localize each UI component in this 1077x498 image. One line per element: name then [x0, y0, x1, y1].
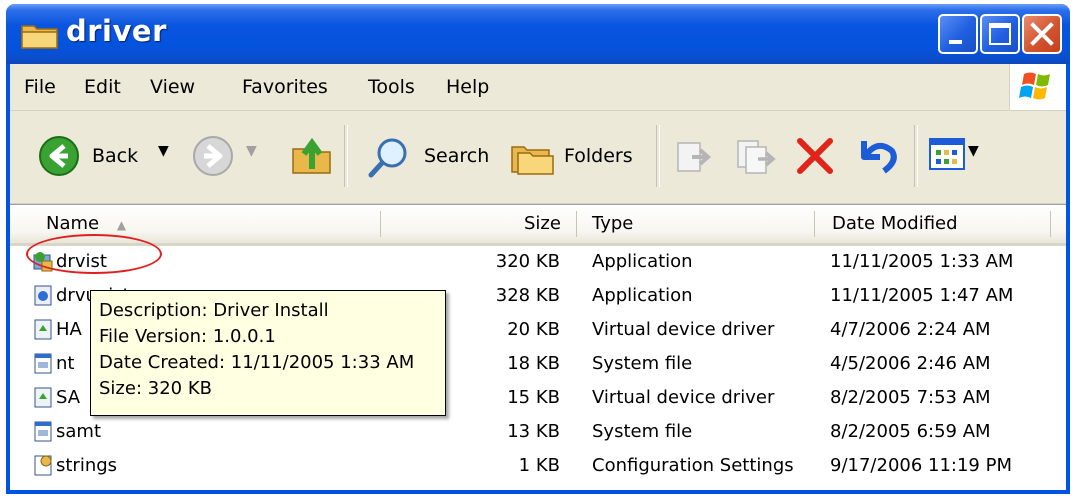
move-to-icon[interactable] — [674, 135, 716, 177]
sys-file-icon — [34, 421, 52, 442]
menu-edit[interactable]: Edit — [84, 76, 121, 98]
forward-arrow-icon — [193, 136, 233, 176]
column-header: Name ▲ Size Type Date Modified — [10, 205, 1066, 246]
menu-tools[interactable]: Tools — [368, 76, 415, 98]
back-button[interactable]: Back ▼ — [30, 133, 178, 179]
file-date: 11/11/2005 1:33 AM — [830, 251, 1014, 272]
file-type: System file — [592, 353, 693, 374]
file-date: 11/11/2005 1:47 AM — [830, 285, 1014, 306]
ini-file-icon — [34, 455, 52, 476]
minimize-button[interactable] — [938, 14, 978, 54]
uninstall-exe-icon — [34, 285, 52, 306]
undo-icon[interactable] — [854, 133, 900, 177]
menu-bar: File Edit View Favorites Tools Help — [10, 64, 1066, 111]
folders-icon — [511, 146, 554, 175]
tooltip-date-created: Date Created: 11/11/2005 1:33 AM — [99, 352, 415, 373]
file-size: 328 KB — [495, 285, 560, 306]
column-divider[interactable] — [814, 211, 815, 237]
search-icon — [368, 138, 407, 178]
folders-button[interactable]: Folders — [504, 133, 644, 179]
sys-file-icon — [34, 353, 52, 374]
back-arrow-icon — [39, 136, 79, 176]
file-type: Application — [592, 285, 693, 306]
maximize-icon — [989, 23, 1011, 45]
highlight-circle — [26, 234, 162, 274]
title-bar[interactable]: driver — [6, 4, 1070, 64]
file-name: HA — [56, 319, 82, 340]
up-folder-icon[interactable] — [290, 135, 334, 177]
file-name: SA — [56, 387, 81, 408]
tooltip-file-version: File Version: 1.0.0.1 — [99, 326, 276, 347]
search-button[interactable]: Search — [356, 133, 496, 179]
file-type: Application — [592, 251, 693, 272]
file-size: 1 KB — [518, 455, 560, 476]
column-date[interactable]: Date Modified — [832, 205, 958, 243]
file-type: System file — [592, 421, 693, 442]
file-type: Configuration Settings — [592, 455, 794, 476]
file-name: nt — [56, 353, 75, 374]
file-date: 8/2/2005 7:53 AM — [830, 387, 991, 408]
file-name: samt — [56, 421, 101, 442]
back-label: Back — [92, 145, 139, 167]
column-divider[interactable] — [380, 211, 381, 237]
file-date: 8/2/2005 6:59 AM — [830, 421, 991, 442]
file-date: 4/5/2006 2:46 AM — [830, 353, 991, 374]
windows-logo-icon — [1009, 64, 1066, 110]
file-size: 20 KB — [507, 319, 560, 340]
window-client-area: File Edit View Favorites Tools Help Back… — [10, 64, 1066, 490]
file-type: Virtual device driver — [592, 387, 775, 408]
column-size[interactable]: Size — [524, 205, 561, 243]
views-dropdown-icon[interactable]: ▼ — [968, 143, 979, 159]
search-label: Search — [424, 145, 490, 167]
list-item[interactable]: drvist 320 KB Application 11/11/2005 1:3… — [10, 245, 1066, 279]
copy-to-icon[interactable] — [734, 135, 778, 177]
views-icon — [929, 138, 965, 170]
toolbar-separator — [344, 125, 348, 187]
file-date: 9/17/2006 11:19 PM — [830, 455, 1012, 476]
vxd-icon — [34, 387, 52, 408]
explorer-window: driver File Edit View Favorites Tools He… — [6, 4, 1070, 494]
forward-button[interactable]: ▼ — [186, 133, 276, 179]
sort-ascending-icon: ▲ — [116, 218, 127, 232]
file-name: strings — [56, 455, 118, 476]
window-title: driver — [66, 14, 167, 48]
toolbar-separator — [656, 125, 660, 187]
file-size: 18 KB — [507, 353, 560, 374]
toolbar-separator — [914, 125, 918, 187]
minimize-icon — [949, 40, 962, 44]
folder-icon — [21, 25, 58, 49]
column-type[interactable]: Type — [592, 205, 633, 243]
column-name-label: Name — [46, 213, 100, 234]
back-dropdown-icon[interactable]: ▼ — [158, 143, 169, 159]
menu-view[interactable]: View — [150, 76, 195, 98]
list-item[interactable]: samt 13 KB System file 8/2/2005 6:59 AM — [10, 415, 1066, 449]
close-icon — [1030, 22, 1054, 46]
file-date: 4/7/2006 2:24 AM — [830, 319, 991, 340]
file-size: 13 KB — [507, 421, 560, 442]
maximize-button[interactable] — [980, 14, 1020, 54]
close-button[interactable] — [1022, 14, 1062, 54]
column-divider[interactable] — [1050, 211, 1051, 237]
folders-label: Folders — [564, 145, 633, 167]
standard-toolbar: Back ▼ ▼ Search Folders ▼ — [10, 111, 1066, 204]
forward-dropdown-icon[interactable]: ▼ — [246, 143, 257, 159]
tooltip-size: Size: 320 KB — [99, 378, 212, 399]
views-button[interactable]: ▼ — [926, 135, 986, 177]
menu-help[interactable]: Help — [446, 76, 489, 98]
column-divider[interactable] — [576, 211, 577, 237]
delete-icon[interactable] — [794, 135, 836, 177]
vxd-icon — [34, 319, 52, 340]
list-item[interactable]: strings 1 KB Configuration Settings 9/17… — [10, 449, 1066, 483]
menu-file[interactable]: File — [24, 76, 56, 98]
tooltip-description: Description: Driver Install — [99, 300, 329, 321]
file-type: Virtual device driver — [592, 319, 775, 340]
file-size: 320 KB — [495, 251, 560, 272]
file-size: 15 KB — [507, 387, 560, 408]
menu-favorites[interactable]: Favorites — [242, 76, 328, 98]
file-info-tooltip: Description: Driver Install File Version… — [90, 290, 446, 416]
